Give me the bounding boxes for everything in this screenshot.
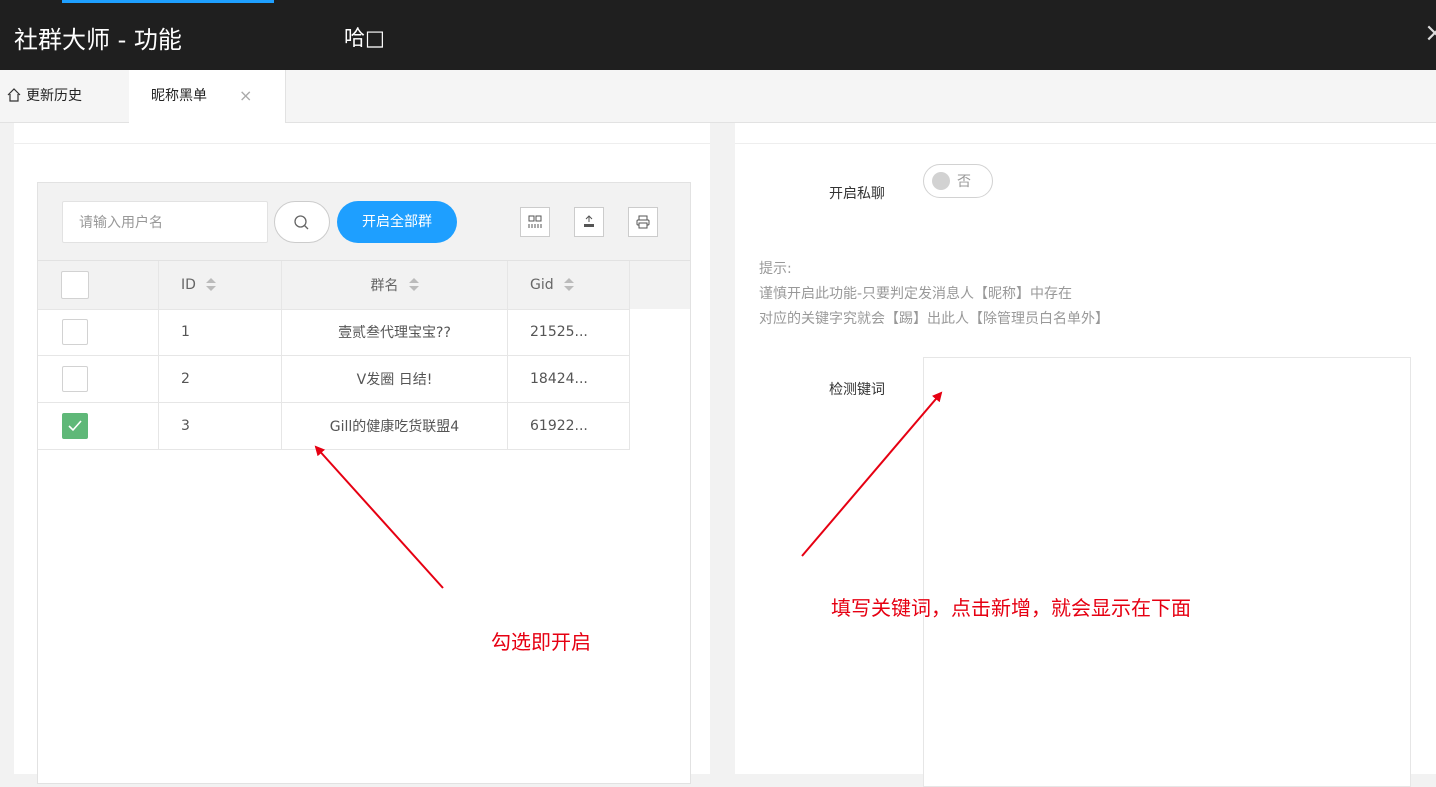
row-checkbox[interactable] <box>62 319 88 345</box>
panel-gutter <box>710 123 735 774</box>
sort-icon[interactable] <box>563 278 574 292</box>
table-row: 2 V发圈 日结! 18424... <box>38 356 630 403</box>
column-id-label: ID <box>181 277 196 293</box>
row-checkbox-checked[interactable] <box>62 413 88 439</box>
row-gid: 21525... <box>508 309 630 355</box>
export-button[interactable] <box>574 207 604 237</box>
sort-icon[interactable] <box>205 278 216 292</box>
row-select-cell <box>38 309 159 355</box>
row-id: 2 <box>159 356 282 402</box>
row-group-name: 壹贰叁代理宝宝?? <box>282 309 508 355</box>
row-gid: 61922... <box>508 403 630 449</box>
export-icon <box>584 215 594 227</box>
group-table: 开启全部群 <box>37 182 691 784</box>
toggle-state-text: 否 <box>957 174 971 190</box>
table-row: 1 壹贰叁代理宝宝?? 21525... <box>38 309 630 356</box>
tab-update-history[interactable]: 更新历史 <box>6 70 82 122</box>
sort-icon[interactable] <box>408 278 419 292</box>
tips-line-1: 谨慎开启此功能-只要判定发消息人【昵称】中存在 <box>759 286 1073 302</box>
group-list-panel: 开启全部群 <box>14 123 710 784</box>
table-header-row: ID 群名 Gid <box>38 261 690 310</box>
annotation-fill-keywords: 填写关键词，点击新增，就会显示在下面 <box>831 596 1191 620</box>
print-icon <box>636 215 650 229</box>
panel-divider <box>735 143 1436 144</box>
row-checkbox[interactable] <box>62 366 88 392</box>
checkmark-icon <box>68 420 82 432</box>
row-id: 3 <box>159 403 282 449</box>
toggle-knob <box>932 172 950 190</box>
print-button[interactable] <box>628 207 658 237</box>
tips-block: 提示: 谨慎开启此功能-只要判定发消息人【昵称】中存在 对应的关键字究就会【踢】… <box>759 257 1109 332</box>
tab-nickname-blacklist-label: 昵称黑单 <box>151 88 207 104</box>
search-icon <box>294 215 309 230</box>
private-chat-toggle[interactable]: 否 <box>923 164 993 198</box>
row-id: 1 <box>159 309 282 355</box>
row-group-name: Gill的健康吃货联盟4 <box>282 403 508 449</box>
tab-nickname-blacklist[interactable]: 昵称黑单 × <box>129 70 286 123</box>
keywords-label: 检测键词 <box>829 382 885 398</box>
column-header-gid[interactable]: Gid <box>508 261 630 309</box>
tab-update-history-label: 更新历史 <box>26 88 82 104</box>
title-bar: 社群大师 - 功能 哈□ × <box>0 0 1436 70</box>
select-all-cell <box>38 261 159 309</box>
columns-button[interactable] <box>520 207 550 237</box>
row-group-name: V发圈 日结! <box>282 356 508 402</box>
annotation-check-to-enable: 勾选即开启 <box>491 630 591 654</box>
table-row: 3 Gill的健康吃货联盟4 61922... <box>38 403 630 450</box>
tab-bar: 更新历史 昵称黑单 × <box>0 70 1436 123</box>
search-button[interactable] <box>274 201 330 243</box>
row-select-cell <box>38 356 159 402</box>
column-header-id[interactable]: ID <box>159 261 282 309</box>
tips-line-2: 对应的关键字究就会【踢】出此人【除管理员白名单外】 <box>759 311 1109 327</box>
row-gid: 18424... <box>508 356 630 402</box>
panel-divider <box>14 143 710 144</box>
row-select-cell <box>38 403 159 449</box>
settings-panel: 开启私聊 否 提示: 谨慎开启此功能-只要判定发消息人【昵称】中存在 对应的关键… <box>735 123 1436 787</box>
column-header-name[interactable]: 群名 <box>282 261 508 309</box>
column-name-label: 群名 <box>370 278 399 294</box>
column-gid-label: Gid <box>530 277 554 293</box>
select-all-checkbox[interactable] <box>61 271 89 299</box>
app-title: 社群大师 - 功能 <box>14 26 182 54</box>
private-chat-label: 开启私聊 <box>829 186 885 202</box>
tab-close-icon[interactable]: × <box>239 70 252 122</box>
keywords-textarea[interactable] <box>923 357 1411 787</box>
columns-icon <box>528 215 542 228</box>
table-toolbar: 开启全部群 <box>38 183 690 261</box>
title-accent <box>62 0 274 3</box>
close-icon[interactable]: × <box>1424 18 1436 48</box>
tips-title: 提示: <box>759 261 792 277</box>
username-search-input[interactable] <box>62 201 268 243</box>
window-text: 哈□ <box>344 26 385 50</box>
open-all-groups-button[interactable]: 开启全部群 <box>337 201 457 243</box>
header-filler <box>630 261 690 309</box>
home-icon <box>7 88 21 102</box>
